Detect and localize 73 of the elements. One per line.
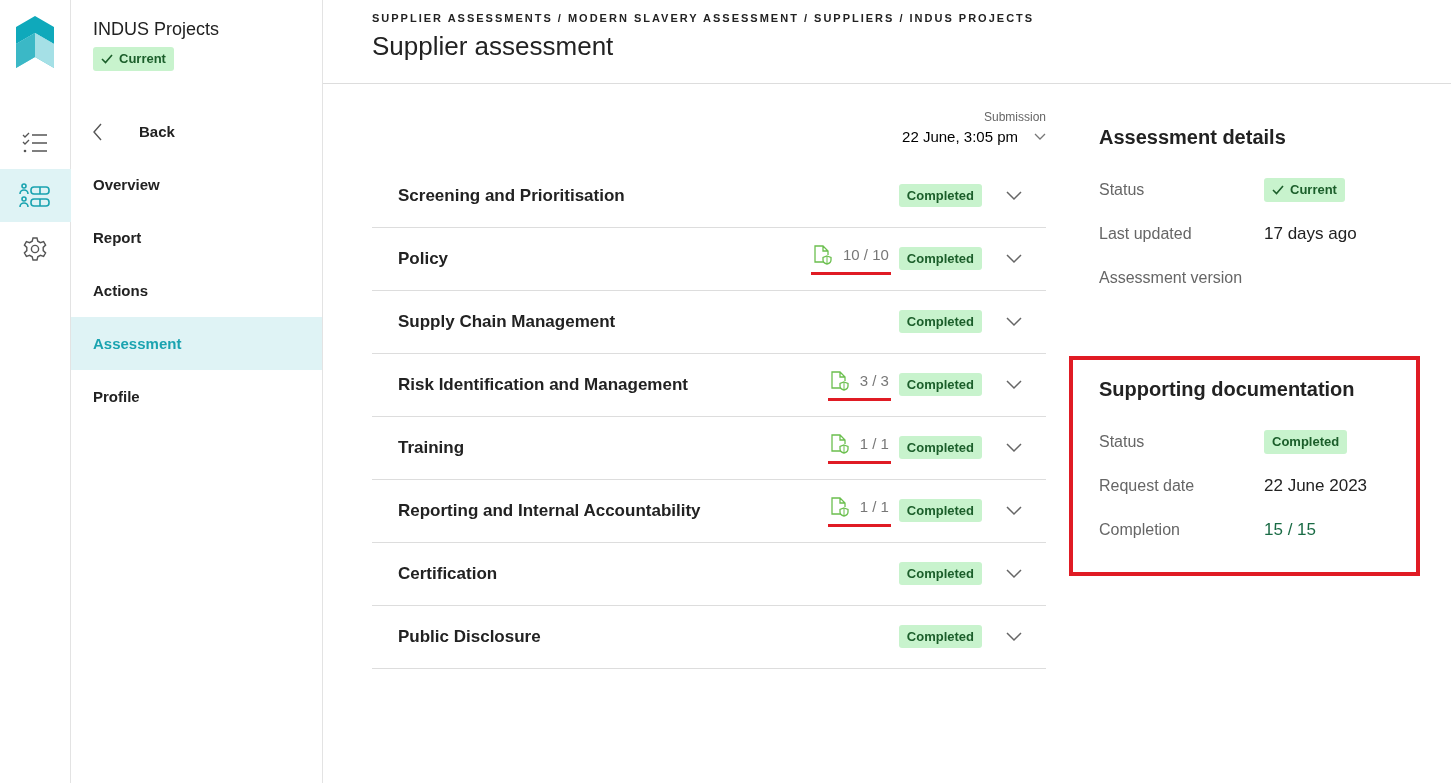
section-row[interactable]: Training 1 / 1 Completed (372, 416, 1046, 480)
section-title: Supply Chain Management (398, 310, 617, 333)
back-link[interactable]: Back (71, 105, 322, 158)
document-shield-icon (829, 497, 850, 517)
submission-label: Submission (983, 109, 1046, 126)
status-badge: Completed (898, 309, 982, 334)
section-row[interactable]: Policy 10 / 10 Completed (372, 227, 1046, 291)
chevron-down-icon (1006, 380, 1022, 391)
panel-title: Supporting documentation (1099, 377, 1356, 402)
panel-title: Assessment details (1099, 125, 1287, 150)
check-icon (101, 54, 113, 64)
chevron-down-icon (1006, 317, 1022, 328)
checklist-icon (22, 131, 48, 154)
section-title: Screening and Prioritisation (398, 184, 626, 207)
status-badge: Current (93, 47, 174, 71)
status-badge: Completed (898, 183, 982, 208)
document-shield-icon (829, 371, 850, 391)
status-badge: Completed (898, 561, 982, 586)
field-label: Assessment version (1099, 268, 1244, 288)
section-row[interactable]: Certification Completed (372, 542, 1046, 606)
logo-icon (16, 16, 54, 68)
document-shield-icon (829, 434, 850, 454)
status-badge: Completed (898, 624, 982, 649)
status-badge: Completed (898, 435, 982, 460)
document-count: 1 / 1 (827, 493, 891, 528)
chevron-down-icon (1034, 133, 1046, 142)
chevron-down-icon (1006, 254, 1022, 265)
field-value: 17 days ago (1264, 223, 1357, 246)
supplier-name: INDUS Projects (93, 18, 221, 41)
completion-count: 15 / 15 (1264, 519, 1316, 542)
chevron-down-icon (1006, 506, 1022, 517)
field-label: Last updated (1099, 224, 1193, 244)
breadcrumb: SUPPLIER ASSESSMENTS / MODERN SLAVERY ASSESSMENT / SUPPLIERS / INDUS PROJECTS (372, 11, 1036, 26)
chevron-down-icon (1006, 632, 1022, 643)
section-title: Public Disclosure (398, 625, 542, 648)
check-icon (1272, 185, 1284, 195)
submission-dropdown[interactable]: 22 June, 3:05 pm (902, 126, 1046, 149)
section-row[interactable]: Risk Identification and Management 3 / 3 Completed (372, 353, 1046, 417)
section-title: Risk Identification and Management (398, 373, 689, 396)
settings-icon (22, 235, 48, 262)
chevron-down-icon (1006, 443, 1022, 454)
field-value: 22 June 2023 (1264, 475, 1368, 498)
section-title: Policy (398, 247, 450, 270)
status-badge: Completed (898, 498, 982, 523)
document-shield-icon (812, 245, 833, 265)
section-title: Reporting and Internal Accountability (398, 499, 702, 522)
section-row[interactable]: Supply Chain Management Completed (372, 290, 1046, 354)
chevron-down-icon (1006, 191, 1022, 202)
chevron-left-icon (93, 122, 103, 141)
section-row[interactable]: Public Disclosure Completed (372, 605, 1046, 669)
nav-item[interactable]: Overview (71, 158, 322, 211)
status-badge: Completed (898, 372, 982, 397)
nav-item[interactable]: Actions (71, 264, 322, 317)
field-label: Status (1099, 432, 1146, 452)
nav-item[interactable]: Profile (71, 370, 322, 423)
section-title: Training (398, 436, 466, 459)
chevron-down-icon (1006, 569, 1022, 580)
field-label: Status (1099, 180, 1146, 200)
nav-item[interactable]: Report (71, 211, 322, 264)
field-label: Completion (1099, 520, 1181, 540)
status-badge: Completed (1264, 430, 1348, 454)
section-title: Certification (398, 562, 499, 585)
document-count: 1 / 1 (827, 430, 891, 465)
people-list-button[interactable] (0, 169, 71, 222)
document-count: 10 / 10 (810, 241, 891, 276)
section-row[interactable]: Reporting and Internal Accountability 1 / 1 Completed (372, 479, 1046, 543)
page-title: Supplier assessment (372, 29, 615, 63)
status-badge: Completed (898, 246, 982, 271)
status-badge: Current (1264, 178, 1345, 202)
document-count: 3 / 3 (827, 367, 891, 402)
field-label: Request date (1099, 476, 1196, 496)
section-row[interactable]: Screening and Prioritisation Completed (372, 164, 1046, 228)
people-list-icon (19, 182, 51, 209)
